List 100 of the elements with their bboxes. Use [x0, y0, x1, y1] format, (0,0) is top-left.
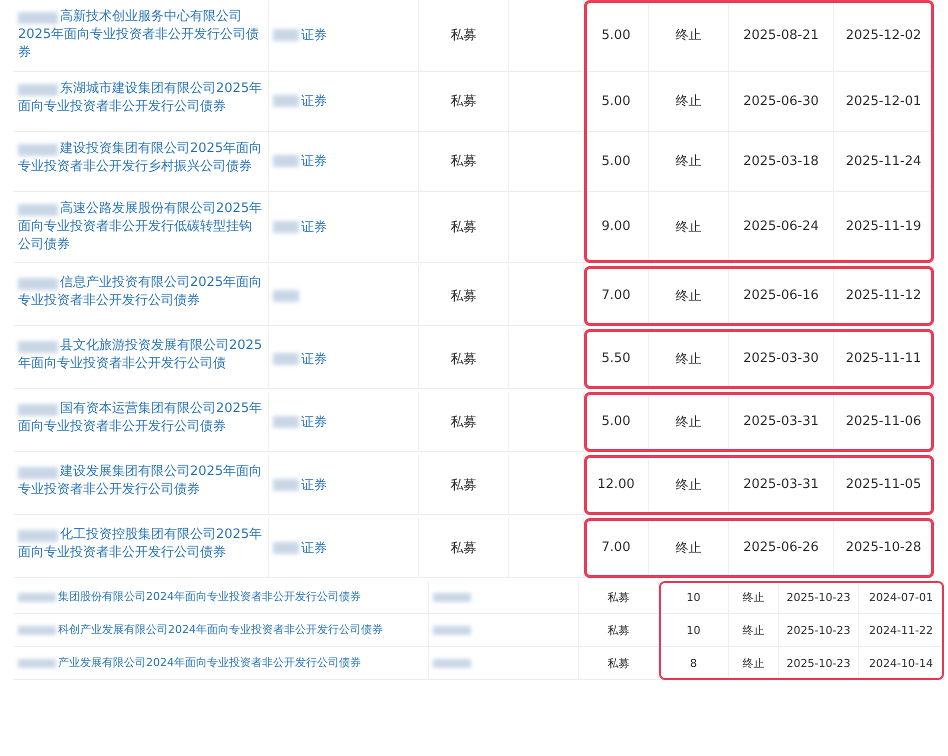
blurred-text [18, 204, 58, 216]
blurred-text [18, 12, 58, 24]
bond-name-link[interactable]: 国有资本运营集团有限公司2025年面向专业投资者非公开发行公司债券 [18, 400, 264, 436]
blurred-text [273, 478, 299, 491]
underwriter-link[interactable]: 证券 [301, 412, 327, 431]
date: 2025-08-21 [743, 28, 819, 43]
blurred-text [273, 416, 299, 428]
bond-name-link[interactable]: 高速公路发展股份有限公司2025年面向专业投资者非公开发行低碳转型挂钩公司债券 [18, 200, 264, 254]
amount: 5.00 [602, 94, 630, 109]
date: 2025-03-18 [743, 154, 819, 169]
underwriter-link[interactable]: 证券 [301, 26, 327, 44]
date: 2025-11-05 [846, 477, 922, 492]
date: 2025-06-26 [743, 540, 819, 556]
blurred-text [273, 29, 299, 42]
status: 终止 [676, 476, 702, 494]
issue-type: 私募 [450, 218, 476, 236]
status: 终止 [676, 414, 702, 431]
bond-name-link[interactable]: 产业发展有限公司2024年面向专业投资者非公开发行公司债券 [58, 655, 361, 671]
amount: 5.50 [602, 351, 630, 366]
amount: 5.00 [602, 28, 630, 43]
issue-type: 私募 [450, 153, 476, 170]
blurred-text [18, 467, 58, 480]
date: 2025-11-11 [846, 351, 922, 366]
blurred-text [433, 626, 471, 635]
blurred-text [18, 144, 58, 156]
blurred-text [273, 155, 299, 168]
date: 2025-10-28 [846, 540, 922, 556]
bond-name-link[interactable]: 化工投资控股集团有限公司2025年面向专业投资者非公开发行公司债券 [18, 526, 264, 562]
issue-type: 私募 [450, 350, 476, 368]
blurred-text [433, 592, 471, 602]
blurred-text [18, 626, 56, 635]
date: 2025-03-31 [743, 414, 819, 430]
status: 终止 [676, 27, 702, 44]
status: 终止 [676, 350, 702, 368]
issue-type: 私募 [450, 27, 476, 44]
underwriter-link[interactable]: 证券 [301, 350, 327, 368]
blurred-text [273, 352, 299, 365]
bond-name-link[interactable]: 县文化旅游投资发展有限公司2025年面向专业投资者非公开发行公司债 [18, 337, 264, 374]
issue-type: 私募 [450, 93, 476, 110]
underwriter-link[interactable]: 证券 [301, 218, 327, 236]
blurred-text [273, 542, 299, 554]
blurred-text [18, 341, 58, 354]
underwriter-link[interactable]: 证券 [301, 152, 327, 170]
date: 2025-11-12 [846, 288, 922, 304]
date: 2025-03-30 [743, 351, 819, 366]
underwriter-link[interactable]: 证券 [301, 538, 327, 557]
blurred-text [433, 658, 471, 668]
date: 2024-11-22 [869, 624, 933, 637]
bond-name-link[interactable]: 科创产业发展有限公司2024年面向专业投资者非公开发行公司债券 [58, 622, 383, 638]
blurred-text [273, 220, 299, 233]
date: 2025-10-23 [786, 590, 850, 604]
date: 2025-10-23 [786, 656, 850, 670]
amount: 10 [686, 590, 700, 604]
blurred-text [18, 84, 58, 96]
issue-type: 私募 [450, 540, 476, 557]
underwriter-link[interactable]: 证券 [301, 476, 327, 494]
date: 2025-06-24 [743, 219, 819, 234]
blurred-text [18, 404, 58, 416]
amount: 7.00 [602, 540, 630, 556]
blurred-text [18, 278, 58, 290]
date: 2025-06-30 [743, 94, 819, 109]
bond-name-link[interactable]: 东湖城市建设集团有限公司2025年面向专业投资者非公开发行公司债券 [18, 80, 264, 116]
amount: 9.00 [602, 219, 630, 234]
date: 2025-11-06 [846, 414, 922, 430]
date: 2024-10-14 [869, 656, 933, 670]
issue-type: 私募 [608, 590, 630, 605]
amount: 8 [690, 656, 697, 670]
status: 终止 [676, 288, 702, 305]
underwriter-link[interactable]: 证券 [301, 92, 327, 110]
status: 终止 [742, 622, 764, 638]
status: 终止 [676, 540, 702, 557]
status: 终止 [676, 153, 702, 170]
issue-type: 私募 [608, 622, 630, 638]
issue-type: 私募 [608, 656, 630, 671]
issue-type: 私募 [450, 476, 476, 494]
date: 2025-12-01 [846, 94, 922, 109]
status: 终止 [742, 590, 764, 605]
bond-name-link[interactable]: 高新技术创业服务中心有限公司2025年面向专业投资者非公开发行公司债券 [18, 8, 264, 63]
amount: 12.00 [597, 477, 635, 492]
issue-type: 私募 [450, 288, 476, 305]
amount: 10 [686, 624, 700, 637]
date: 2025-06-16 [743, 288, 819, 304]
bond-name-link[interactable]: 建设发展集团有限公司2025年面向专业投资者非公开发行公司债券 [18, 463, 264, 500]
amount: 5.00 [602, 414, 630, 430]
date: 2025-10-23 [786, 624, 850, 637]
blurred-text [273, 95, 299, 108]
issue-type: 私募 [450, 414, 476, 431]
bond-name-link[interactable]: 建设投资集团有限公司2025年面向专业投资者非公开发行乡村振兴公司债券 [18, 140, 264, 176]
date: 2024-07-01 [869, 590, 933, 604]
status: 终止 [742, 656, 764, 671]
date: 2025-11-24 [846, 154, 922, 169]
amount: 5.00 [602, 154, 630, 169]
blurred-text [18, 530, 58, 542]
date: 2025-03-31 [743, 477, 819, 492]
blurred-text [18, 592, 56, 602]
amount: 7.00 [602, 288, 630, 304]
bond-name-link[interactable]: 集团股份有限公司2024年面向专业投资者非公开发行公司债券 [58, 589, 361, 605]
bond-name-link[interactable]: 信息产业投资有限公司2025年面向专业投资者非公开发行公司债券 [18, 274, 264, 310]
blurred-text [18, 658, 56, 668]
date: 2025-11-19 [846, 219, 922, 234]
